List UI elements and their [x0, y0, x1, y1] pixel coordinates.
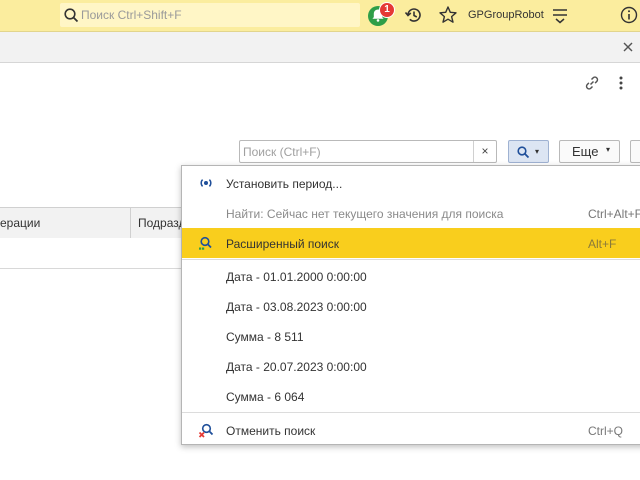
- menu-item-label: Сумма - 6 064: [226, 390, 305, 404]
- menu-item-shortcut: Ctrl+Alt+F: [588, 207, 640, 221]
- global-search[interactable]: [60, 3, 360, 27]
- menu-item-history-date-1[interactable]: Дата - 01.01.2000 0:00:00: [182, 261, 640, 291]
- user-name[interactable]: GPGroupRobot: [468, 9, 544, 21]
- menu-separator: [182, 259, 640, 260]
- menu-item-shortcut: Alt+F: [588, 237, 617, 251]
- notification-badge: 1: [379, 2, 395, 18]
- search-mode-button[interactable]: ▾: [508, 140, 549, 163]
- menu-item-history-date-2[interactable]: Дата - 03.08.2023 0:00:00: [182, 291, 640, 321]
- chevron-down-icon: ▾: [606, 145, 611, 154]
- menu-item-label: Сумма - 8 511: [226, 330, 304, 344]
- search-icon: [517, 146, 530, 159]
- chevron-down-icon: ▾: [535, 147, 540, 156]
- history-icon[interactable]: [403, 4, 425, 26]
- cancel-search-icon: [198, 423, 214, 438]
- column-header-operation[interactable]: ерации: [0, 216, 40, 230]
- menu-lines-icon[interactable]: [549, 4, 571, 26]
- search-dropdown-menu: Установить период... Найти: Сейчас нет т…: [181, 165, 640, 445]
- global-search-input[interactable]: [81, 5, 351, 25]
- more-button-label: Еще: [572, 144, 599, 159]
- menu-item-history-sum-1[interactable]: Сумма - 8 511: [182, 321, 640, 351]
- menu-item-history-sum-2[interactable]: Сумма - 6 064: [182, 381, 640, 411]
- menu-item-set-period[interactable]: Установить период...: [182, 168, 640, 198]
- menu-item-advanced-search[interactable]: Расширенный поиск Alt+F: [182, 228, 640, 258]
- menu-item-find-current: Найти: Сейчас нет текущего значения для …: [182, 198, 640, 228]
- more-button[interactable]: Еще ▾: [559, 140, 620, 163]
- menu-item-cancel-search[interactable]: Отменить поиск Ctrl+Q: [182, 415, 640, 445]
- menu-item-label: Дата - 01.01.2000 0:00:00: [226, 270, 367, 284]
- more-vertical-icon[interactable]: [612, 74, 630, 92]
- period-icon: [200, 179, 212, 187]
- tabs-bar: [0, 32, 640, 63]
- menu-item-label: Установить период...: [226, 177, 343, 191]
- top-bar: 1 GPGroupRobot: [0, 0, 640, 32]
- menu-item-label: Дата - 20.07.2023 0:00:00: [226, 360, 367, 374]
- menu-item-label: Дата - 03.08.2023 0:00:00: [226, 300, 367, 314]
- list-search-field[interactable]: ×: [239, 140, 497, 163]
- menu-item-label: Найти: Сейчас нет текущего значения для …: [226, 207, 504, 221]
- menu-item-label: Отменить поиск: [226, 424, 316, 438]
- extra-button[interactable]: [630, 140, 640, 163]
- column-header-department[interactable]: Подразд: [138, 216, 186, 230]
- star-icon[interactable]: [437, 4, 459, 26]
- info-icon[interactable]: [618, 4, 640, 26]
- menu-item-history-date-3[interactable]: Дата - 20.07.2023 0:00:00: [182, 351, 640, 381]
- advanced-search-icon: [199, 236, 212, 250]
- link-icon[interactable]: [583, 74, 601, 92]
- notifications-button[interactable]: 1: [367, 2, 395, 27]
- column-divider[interactable]: [130, 208, 131, 238]
- close-icon[interactable]: [621, 40, 635, 54]
- menu-item-label: Расширенный поиск: [226, 237, 339, 251]
- menu-separator: [182, 412, 640, 413]
- menu-item-shortcut: Ctrl+Q: [588, 424, 624, 438]
- list-search-input[interactable]: [243, 143, 473, 160]
- clear-search-button[interactable]: ×: [473, 141, 496, 162]
- search-icon: [64, 8, 79, 23]
